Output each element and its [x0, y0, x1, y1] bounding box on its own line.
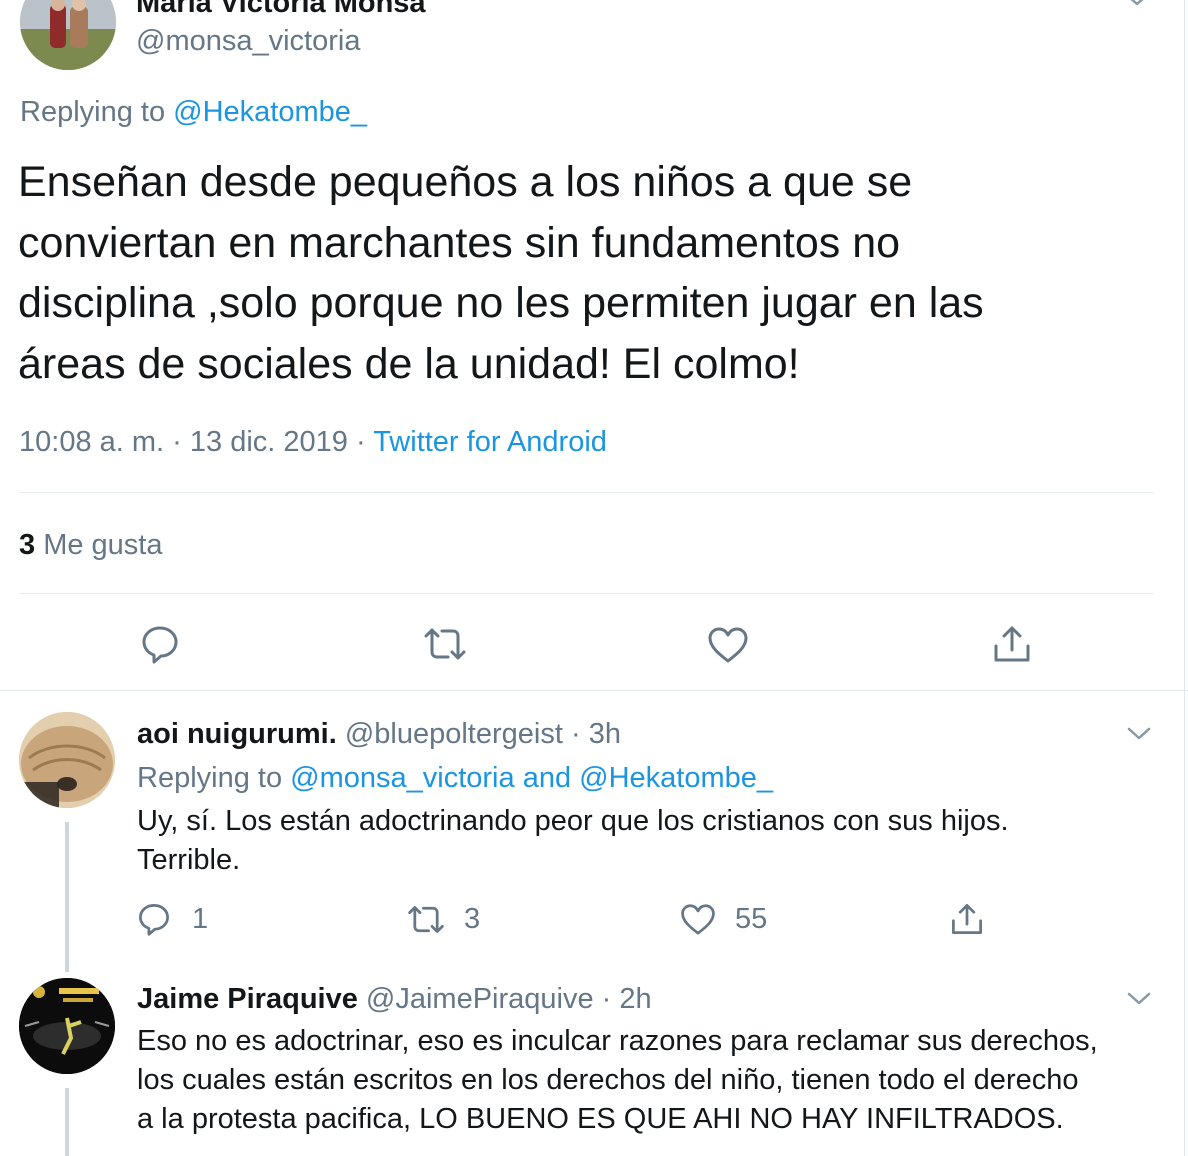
reply-text-line: Terrible.: [137, 844, 241, 876]
reply-author-handle[interactable]: @bluepoltergeist: [345, 718, 563, 750]
reply-header: Jaime Piraquive @JaimePiraquive · 2h: [137, 981, 652, 1017]
reply-separator: ·: [570, 718, 581, 750]
tweet-time[interactable]: 10:08 a. m.: [19, 426, 164, 458]
caret-down-icon[interactable]: [1127, 992, 1151, 1006]
reply-separator: ·: [601, 983, 612, 1015]
reply-replying-line: Replying to @monsa_victoria and @Hekatom…: [137, 760, 773, 796]
main-author-handle[interactable]: @monsa_victoria: [136, 23, 360, 59]
share-icon[interactable]: [992, 624, 1032, 664]
likes-label: Me gusta: [43, 529, 163, 561]
replying-prefix: Replying to: [20, 96, 166, 128]
right-edge-border: [1184, 0, 1185, 1156]
main-tweet-text-line: áreas de sociales de la unidad! El colmo…: [18, 339, 800, 388]
replying-and: and: [522, 762, 572, 794]
thread-line: [65, 822, 69, 972]
reply-text-line: a la protesta pacifica, LO BUENO ES QUE …: [137, 1103, 1064, 1135]
like-count: 55: [735, 903, 768, 935]
likes-stat[interactable]: 3 Me gusta: [19, 527, 163, 563]
retweet-icon[interactable]: [422, 626, 468, 662]
tweet-date[interactable]: 13 dic. 2019: [190, 426, 348, 458]
tweet-source-link[interactable]: Twitter for Android: [373, 426, 607, 458]
reply-icon[interactable]: [140, 624, 180, 664]
meta-separator: ·: [355, 426, 366, 458]
main-author-name[interactable]: María Victoria Monsa: [136, 0, 426, 20]
main-tweet-text-line: conviertan en marchantes sin fundamentos…: [18, 218, 901, 267]
main-tweet-text-line: disciplina ,solo porque no les permiten …: [18, 279, 984, 327]
divider: [19, 492, 1154, 493]
reply-text: Eso no es adoctrinar, eso es inculcar ra…: [137, 1022, 1098, 1139]
thread-line: [65, 1088, 69, 1156]
replying-to-link[interactable]: @Hekatombe_: [173, 96, 367, 128]
caret-down-icon-top[interactable]: [1126, 0, 1148, 8]
like-icon[interactable]: [707, 626, 749, 664]
main-replying-line: Replying to @Hekatombe_: [20, 94, 367, 130]
share-icon[interactable]: [950, 902, 984, 936]
main-author-avatar[interactable]: [20, 0, 116, 70]
reply-author-handle[interactable]: @JaimePiraquive: [366, 983, 594, 1015]
likes-count: 3: [19, 529, 36, 561]
reply-icon[interactable]: [137, 902, 171, 936]
reply-header: aoi nuigurumi. @bluepoltergeist · 3h: [137, 716, 621, 752]
meta-separator: ·: [172, 426, 182, 458]
replying-prefix: Replying to: [137, 762, 283, 794]
replying-to-link[interactable]: @Hekatombe_: [579, 762, 773, 794]
section-divider: [0, 690, 1188, 691]
reply-text: Uy, sí. Los están adoctrinando peor que …: [137, 802, 1009, 880]
reply-time[interactable]: 3h: [589, 718, 621, 750]
reply-text-line: los cuales están escritos en los derecho…: [137, 1064, 1079, 1096]
retweet-icon[interactable]: [406, 904, 446, 935]
reply-text-line: Eso no es adoctrinar, eso es inculcar ra…: [137, 1025, 1098, 1057]
reply-author-name[interactable]: aoi nuigurumi.: [137, 718, 337, 750]
retweet-count: 3: [464, 903, 481, 935]
like-icon[interactable]: [680, 903, 716, 936]
replying-to-link[interactable]: @monsa_victoria: [290, 762, 514, 794]
divider: [19, 593, 1154, 594]
main-tweet-meta: 10:08 a. m. · 13 dic. 2019 · Twitter for…: [19, 424, 607, 460]
reply-author-avatar[interactable]: [19, 712, 115, 808]
reply-text-line: Uy, sí. Los están adoctrinando peor que …: [137, 805, 1009, 837]
main-tweet-text: Enseñan desde pequeños a los niños a que…: [18, 152, 984, 394]
caret-down-icon[interactable]: [1127, 727, 1151, 741]
reply-time[interactable]: 2h: [619, 983, 651, 1015]
reply-count: 1: [192, 903, 209, 935]
main-tweet-text-line: Enseñan desde pequeños a los niños a que…: [18, 158, 913, 206]
reply-author-avatar[interactable]: [19, 978, 115, 1074]
reply-author-name[interactable]: Jaime Piraquive: [137, 983, 358, 1015]
